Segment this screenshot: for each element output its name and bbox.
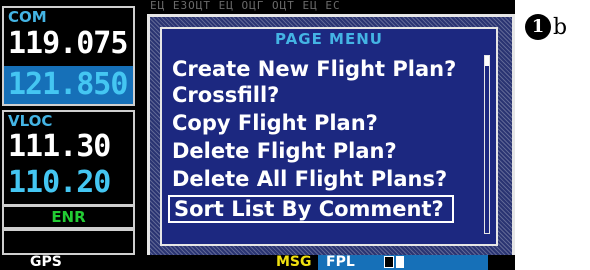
menu-scrollbar[interactable] (484, 55, 490, 234)
menu-item-delete-flight-plan[interactable]: Delete Flight Plan? (168, 137, 401, 165)
menu-item-crossfill[interactable]: Crossfill? (168, 81, 283, 109)
menu-item-sort-list-by-comment[interactable]: Sort List By Comment? (168, 195, 454, 223)
top-status-strip: ЕЦ ЕЗОЦТ ЕЦ ОЦГ ОЦТ ЕЦ ЕС (150, 0, 341, 12)
page-menu-title: PAGE MENU (275, 30, 383, 48)
com-standby-highlight[interactable]: 121.850 (4, 66, 133, 104)
cdi-scale-annunciator: ENR (2, 205, 135, 229)
vloc-standby-frequency: 110.20 (8, 165, 111, 200)
menu-item-delete-all-flight-plans[interactable]: Delete All Flight Plans? (168, 165, 451, 193)
page-indicator-current-icon (384, 256, 394, 268)
com-standby-frequency: 121.850 (8, 67, 128, 102)
fpl-page-group-label: FPL (326, 254, 355, 270)
page-menu-window: PAGE MENU Create New Flight Plan? Crossf… (147, 14, 515, 260)
message-annunciator[interactable]: MSG (276, 255, 312, 270)
menu-scrollbar-thumb[interactable] (485, 56, 489, 66)
step-letter: b (553, 15, 568, 40)
fpl-page-group: FPL (318, 255, 488, 270)
bottom-page-bar: GPS MSG FPL (0, 255, 515, 270)
page-indicator-icon (396, 256, 404, 268)
menu-item-copy-flight-plan[interactable]: Copy Flight Plan? (168, 109, 382, 137)
menu-item-create-new-flight-plan[interactable]: Create New Flight Plan? (168, 55, 460, 83)
com-label: COM (8, 8, 47, 26)
enr-label: ENR (51, 208, 86, 226)
com-radio-window[interactable]: COM 119.075 121.850 (2, 6, 135, 106)
step-callout: 1 b (525, 8, 585, 48)
page-menu-panel: PAGE MENU Create New Flight Plan? Crossf… (160, 27, 498, 246)
vloc-active-frequency: 111.30 (8, 129, 111, 164)
com-active-frequency: 119.075 (8, 26, 128, 61)
gps-page-group-label: GPS (30, 254, 62, 270)
vloc-label: VLOC (8, 112, 53, 130)
step-number-badge: 1 (525, 14, 551, 40)
radio-column: COM 119.075 121.850 VLOC 111.30 110.20 E… (0, 0, 137, 270)
gps-display-screen: ЕЦ ЕЗОЦТ ЕЦ ОЦГ ОЦТ ЕЦ ЕС COM 119.075 12… (0, 0, 515, 270)
vloc-radio-window[interactable]: VLOC 111.30 110.20 (2, 110, 135, 206)
annunciator-blank-box (2, 229, 135, 255)
